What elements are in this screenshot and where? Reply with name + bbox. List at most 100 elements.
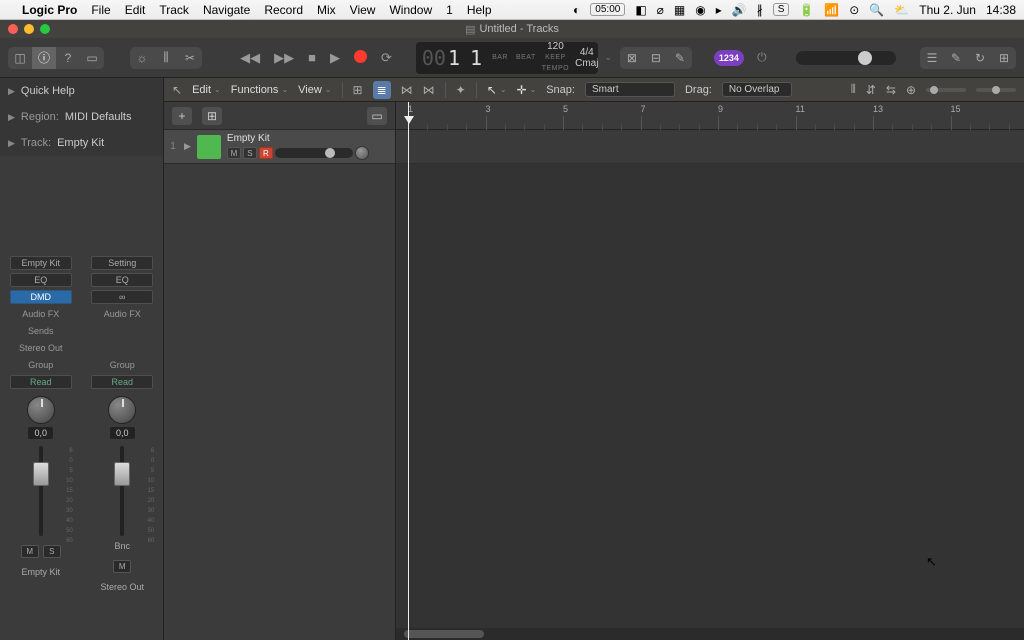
zoom-slider[interactable] [926, 88, 966, 92]
solo-button[interactable]: ✎ [668, 47, 692, 69]
track-header[interactable]: 1 ▶ Empty Kit M S R [164, 130, 395, 164]
sends-slot[interactable]: Sends [10, 324, 72, 338]
volume-fader[interactable]: 6 0 5 10 15 20 30 40 50 60 [104, 446, 140, 536]
mute-button[interactable]: M [21, 545, 39, 558]
horizontal-zoom-button[interactable]: ⇆ [886, 83, 896, 97]
volume-icon[interactable]: 🔊 [732, 3, 747, 17]
automation-slot[interactable]: Read [10, 375, 72, 389]
rewind-button[interactable]: ◀◀ [240, 50, 260, 66]
alt-tool[interactable]: ✛ [516, 83, 536, 97]
region-disclosure[interactable]: ▶ Region: MIDI Defaults [0, 104, 163, 130]
wifi-icon[interactable]: 📶 [824, 3, 839, 17]
playhead-icon[interactable] [404, 116, 414, 124]
chevron-right-icon[interactable]: ▶ [184, 141, 191, 152]
menu-navigate[interactable]: Navigate [203, 3, 250, 17]
track-pan-knob[interactable] [355, 146, 369, 160]
list-editors-button[interactable]: ☰ [920, 47, 944, 69]
group-slot[interactable]: Group [91, 358, 153, 372]
menu-mix[interactable]: Mix [317, 3, 336, 17]
bounce-button[interactable]: Bnc [114, 541, 130, 551]
eq-slot[interactable]: EQ [10, 273, 72, 287]
duplicate-track-button[interactable]: ⊞ [202, 107, 222, 125]
track-lane[interactable] [396, 130, 1024, 164]
functions-menu[interactable]: Functions [231, 84, 288, 96]
add-track-button[interactable]: + [172, 107, 192, 125]
display-mode-button[interactable]: ☼ [130, 47, 154, 69]
track-solo-button[interactable]: S [243, 147, 257, 159]
pan-value[interactable]: 0,0 [28, 427, 53, 439]
instrument-slot[interactable]: ∞ [91, 290, 153, 304]
menu-window[interactable]: Window [389, 3, 432, 17]
status-icon[interactable]: ▦ [674, 3, 685, 17]
edit-menu[interactable]: Edit [192, 84, 221, 96]
bar-ruler[interactable]: 1357911131517 [396, 102, 1024, 130]
vertical-zoom-button[interactable]: ⇵ [866, 83, 876, 97]
volume-fader[interactable]: 6 0 5 10 15 20 30 40 50 60 [23, 446, 59, 536]
output-slot[interactable]: Stereo Out [10, 341, 72, 355]
eq-slot[interactable]: EQ [91, 273, 153, 287]
playhead-line[interactable] [408, 102, 409, 640]
notes-button[interactable]: ✎ [944, 47, 968, 69]
automation-slot[interactable]: Read [91, 375, 153, 389]
scissors-button[interactable]: ✂ [178, 47, 202, 69]
minimize-icon[interactable] [24, 24, 34, 34]
app-name[interactable]: Logic Pro [22, 3, 77, 17]
dnd-icon[interactable]: ◐ [573, 3, 580, 17]
view-menu[interactable]: View [298, 84, 331, 96]
pan-value[interactable]: 0,0 [110, 427, 135, 439]
waveform-zoom-button[interactable]: ⫴ [851, 82, 856, 97]
menu-file[interactable]: File [91, 3, 110, 17]
search-icon[interactable]: 🔍 [869, 3, 884, 17]
snap-select[interactable]: Smart [585, 82, 675, 97]
track-name[interactable]: Empty Kit [227, 133, 391, 144]
horizontal-scrollbar[interactable] [396, 628, 1024, 640]
group-slot[interactable]: Group [10, 358, 72, 372]
setting-slot[interactable]: Empty Kit [10, 256, 72, 270]
status-icon[interactable]: ⛅ [894, 3, 909, 17]
metronome-button[interactable]: ⏻ [750, 47, 774, 69]
grid-view-button[interactable]: ⊞ [353, 83, 363, 97]
track-disclosure[interactable]: ▶ Track: Empty Kit [0, 130, 163, 156]
back-button[interactable]: ↖ [172, 83, 182, 97]
arrange-area[interactable]: 1357911131517 [396, 102, 1024, 640]
menu-track[interactable]: Track [159, 3, 189, 17]
menu-view[interactable]: View [350, 3, 376, 17]
lcd-key[interactable]: Cmaj [575, 58, 598, 69]
battery-icon[interactable]: 🔋 [799, 3, 814, 17]
play-button[interactable]: ▶ [330, 50, 340, 66]
track-mute-button[interactable]: M [227, 147, 241, 159]
bluetooth-icon[interactable]: ∦ [757, 3, 763, 17]
forward-button[interactable]: ▶▶ [274, 50, 294, 66]
menu-help[interactable]: Help [467, 3, 492, 17]
setting-slot[interactable]: Setting [91, 256, 153, 270]
inspector-button[interactable]: ⓘ [32, 47, 56, 69]
toolbar-button[interactable]: ▭ [80, 47, 104, 69]
lcd-display[interactable]: 00 1 1 BAR BEAT 120 KEEP TEMPO 4/4 Cmaj … [416, 42, 598, 74]
session-time[interactable]: 05:00 [590, 3, 625, 16]
count-in-button[interactable]: 1234 [714, 50, 744, 66]
audiofx-slot[interactable]: Audio FX [10, 307, 72, 321]
pan-knob[interactable] [108, 396, 136, 424]
lcd-bar[interactable]: 1 [448, 46, 460, 70]
track-icon[interactable] [197, 135, 221, 159]
zoom-slider[interactable] [976, 88, 1016, 92]
time[interactable]: 14:38 [986, 3, 1016, 17]
master-volume-slider[interactable] [796, 51, 896, 65]
lcd-beat[interactable]: 1 [470, 46, 482, 70]
autopunch-button[interactable]: ⊟ [644, 47, 668, 69]
status-icon[interactable]: ◉ [695, 3, 705, 17]
lcd-sig[interactable]: 4/4 [575, 47, 598, 58]
lcd-tempo[interactable]: 120 [542, 41, 569, 52]
track-volume-slider[interactable] [275, 148, 353, 158]
midifx-button[interactable]: ⋈ [423, 83, 435, 97]
loops-button[interactable]: ↻ [968, 47, 992, 69]
automation-view-button[interactable]: ≣ [373, 81, 391, 99]
menu-1[interactable]: 1 [446, 3, 453, 17]
lcd-menu-icon[interactable]: ⌄ [604, 52, 612, 63]
flex-button[interactable]: ⋈ [401, 83, 413, 97]
browser-button[interactable]: ⊞ [992, 47, 1016, 69]
date[interactable]: Thu 2. Jun [919, 3, 976, 17]
record-button[interactable] [354, 50, 367, 63]
stop-button[interactable]: ■ [308, 50, 316, 66]
quickhelp-disclosure[interactable]: ▶ Quick Help [0, 78, 163, 104]
